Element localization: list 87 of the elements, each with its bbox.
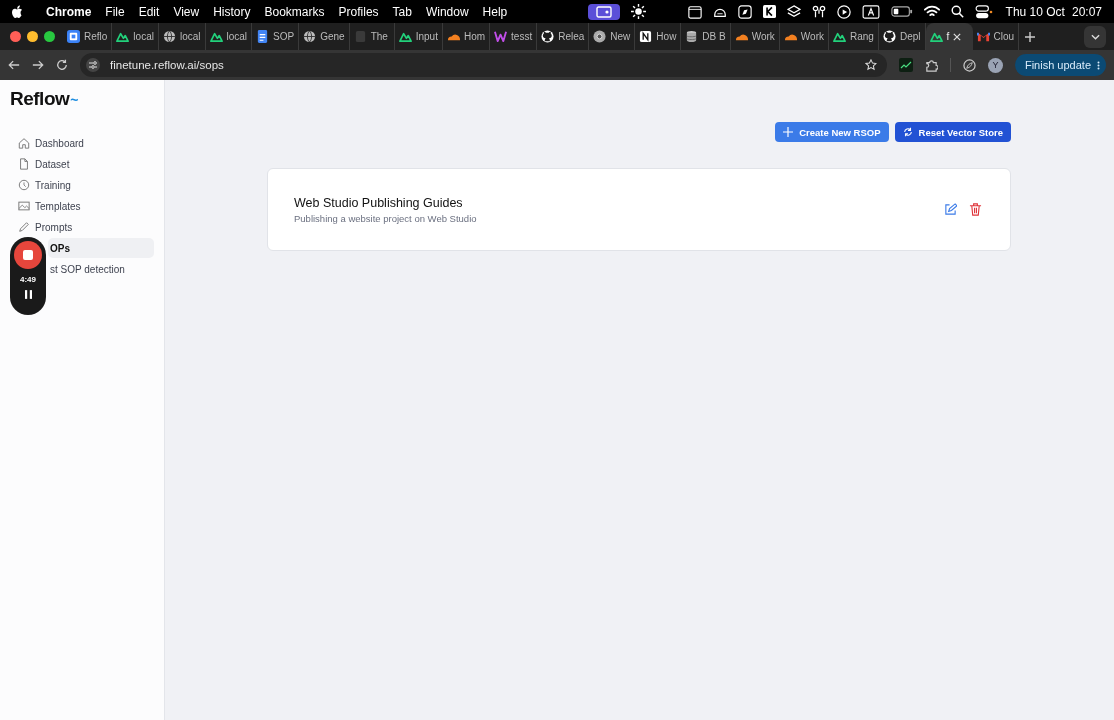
menu-item[interactable]: Edit: [138, 4, 160, 19]
zoom-window-icon[interactable]: [44, 31, 55, 42]
browser-tab[interactable]: f: [925, 23, 973, 50]
favicon-icon: [639, 30, 653, 43]
image-icon: [18, 200, 30, 212]
back-icon[interactable]: [8, 59, 20, 71]
extensions-puzzle-icon[interactable]: [924, 58, 938, 72]
sidebar-nav-item[interactable]: Dataset: [10, 154, 154, 174]
sop-title: Web Studio Publishing Guides: [294, 195, 464, 210]
sop-card[interactable]: Web Studio Publishing Guides Publishing a website project on Web Studio: [267, 168, 1011, 251]
bookmark-star-icon[interactable]: [864, 59, 877, 71]
app-logo: Reflow~: [10, 88, 79, 110]
reset-button[interactable]: Reset Vector Store: [894, 122, 1011, 142]
favicon-icon: [685, 30, 699, 43]
create-button[interactable]: Create New RSOP: [775, 122, 889, 142]
site-settings-icon[interactable]: [86, 58, 100, 72]
chevron-down-icon: [1090, 33, 1100, 40]
menu-item[interactable]: View: [173, 4, 200, 19]
search-icon[interactable]: [950, 5, 964, 18]
address-bar[interactable]: finetune.reflow.ai/sops: [80, 53, 887, 77]
extension-chart-icon[interactable]: [898, 58, 913, 72]
favicon-icon: [256, 30, 270, 43]
screen-share-icon[interactable]: [587, 3, 620, 20]
wifi-icon[interactable]: [923, 5, 940, 18]
tab-search-button[interactable]: [1084, 25, 1106, 48]
reload-icon[interactable]: [56, 59, 68, 71]
keyboard-input-icon[interactable]: [861, 4, 880, 19]
minimize-window-icon[interactable]: [27, 31, 38, 42]
sidebar-nav-item[interactable]: Training: [10, 175, 154, 195]
forward-icon[interactable]: [32, 59, 44, 71]
favicon-icon: [116, 30, 130, 43]
pencil-icon: [18, 221, 30, 233]
plus-icon: [783, 127, 794, 137]
favicon-icon: [541, 30, 555, 43]
new-tab-icon[interactable]: [1025, 31, 1036, 42]
favicon-icon: [929, 30, 943, 43]
sidebar-nav-item[interactable]: Dashboard: [10, 133, 154, 153]
edit-icon[interactable]: [944, 203, 957, 216]
menu-item[interactable]: File: [105, 4, 125, 19]
menu-date[interactable]: Thu 10 Oct: [1005, 4, 1065, 19]
refresh-icon: [902, 127, 913, 137]
profile-avatar[interactable]: Y: [987, 57, 1003, 73]
menu-item[interactable]: Window: [425, 4, 469, 19]
sidebar-nav-item[interactable]: OPs: [48, 238, 154, 258]
airpods-icon[interactable]: [811, 4, 826, 19]
favicon-icon: [303, 30, 317, 43]
menu-item[interactable]: Tab: [392, 4, 412, 19]
home-icon: [18, 137, 30, 149]
menu-time[interactable]: 20:07: [1071, 4, 1102, 19]
pause-icon[interactable]: [24, 290, 32, 299]
favicon-icon: [353, 30, 367, 43]
layers-icon[interactable]: [786, 4, 801, 19]
finish-update-button[interactable]: Finish update: [1014, 54, 1106, 76]
menu-item[interactable]: Profiles: [338, 4, 379, 19]
control-center-icon[interactable]: [974, 4, 993, 19]
favicon-icon: [494, 30, 508, 43]
stop-recording-button[interactable]: [14, 241, 42, 269]
sop-description: Publishing a website project on Web Studio: [294, 212, 478, 224]
menu-item[interactable]: History: [213, 4, 251, 19]
close-tab-icon[interactable]: [953, 32, 962, 41]
k-square-icon[interactable]: [762, 5, 776, 18]
menu-item[interactable]: Bookmarks: [264, 4, 325, 19]
compass-icon[interactable]: [737, 4, 752, 19]
favicon-icon: [833, 30, 846, 43]
delete-icon[interactable]: [969, 203, 982, 216]
battery-icon[interactable]: [890, 6, 913, 17]
clock-icon: [18, 179, 30, 191]
sidebar-nav-item[interactable]: Templates: [10, 196, 154, 216]
favicon-icon: [398, 30, 412, 43]
more-vertical-icon: [1097, 59, 1100, 71]
menu-app-name[interactable]: Chrome: [46, 4, 92, 19]
file-icon: [18, 158, 30, 170]
close-window-icon[interactable]: [10, 31, 21, 42]
favicon-icon: [976, 30, 990, 43]
favicon-icon: [209, 30, 223, 43]
sidebar-nav-item[interactable]: Prompts: [10, 217, 154, 237]
brightness-icon[interactable]: [630, 4, 646, 19]
favicon-icon: [882, 30, 896, 43]
calendar-icon[interactable]: [687, 4, 702, 19]
apple-icon: [12, 4, 24, 19]
favicon-icon: [593, 30, 607, 43]
recording-timer: 4:49: [20, 275, 36, 284]
favicon-icon: [162, 30, 176, 43]
menu-item[interactable]: Help: [482, 4, 508, 19]
favicon-icon: [67, 30, 80, 43]
sidebar-nav-item[interactable]: st SOP detection: [48, 259, 154, 279]
play-circle-icon[interactable]: [836, 4, 851, 19]
